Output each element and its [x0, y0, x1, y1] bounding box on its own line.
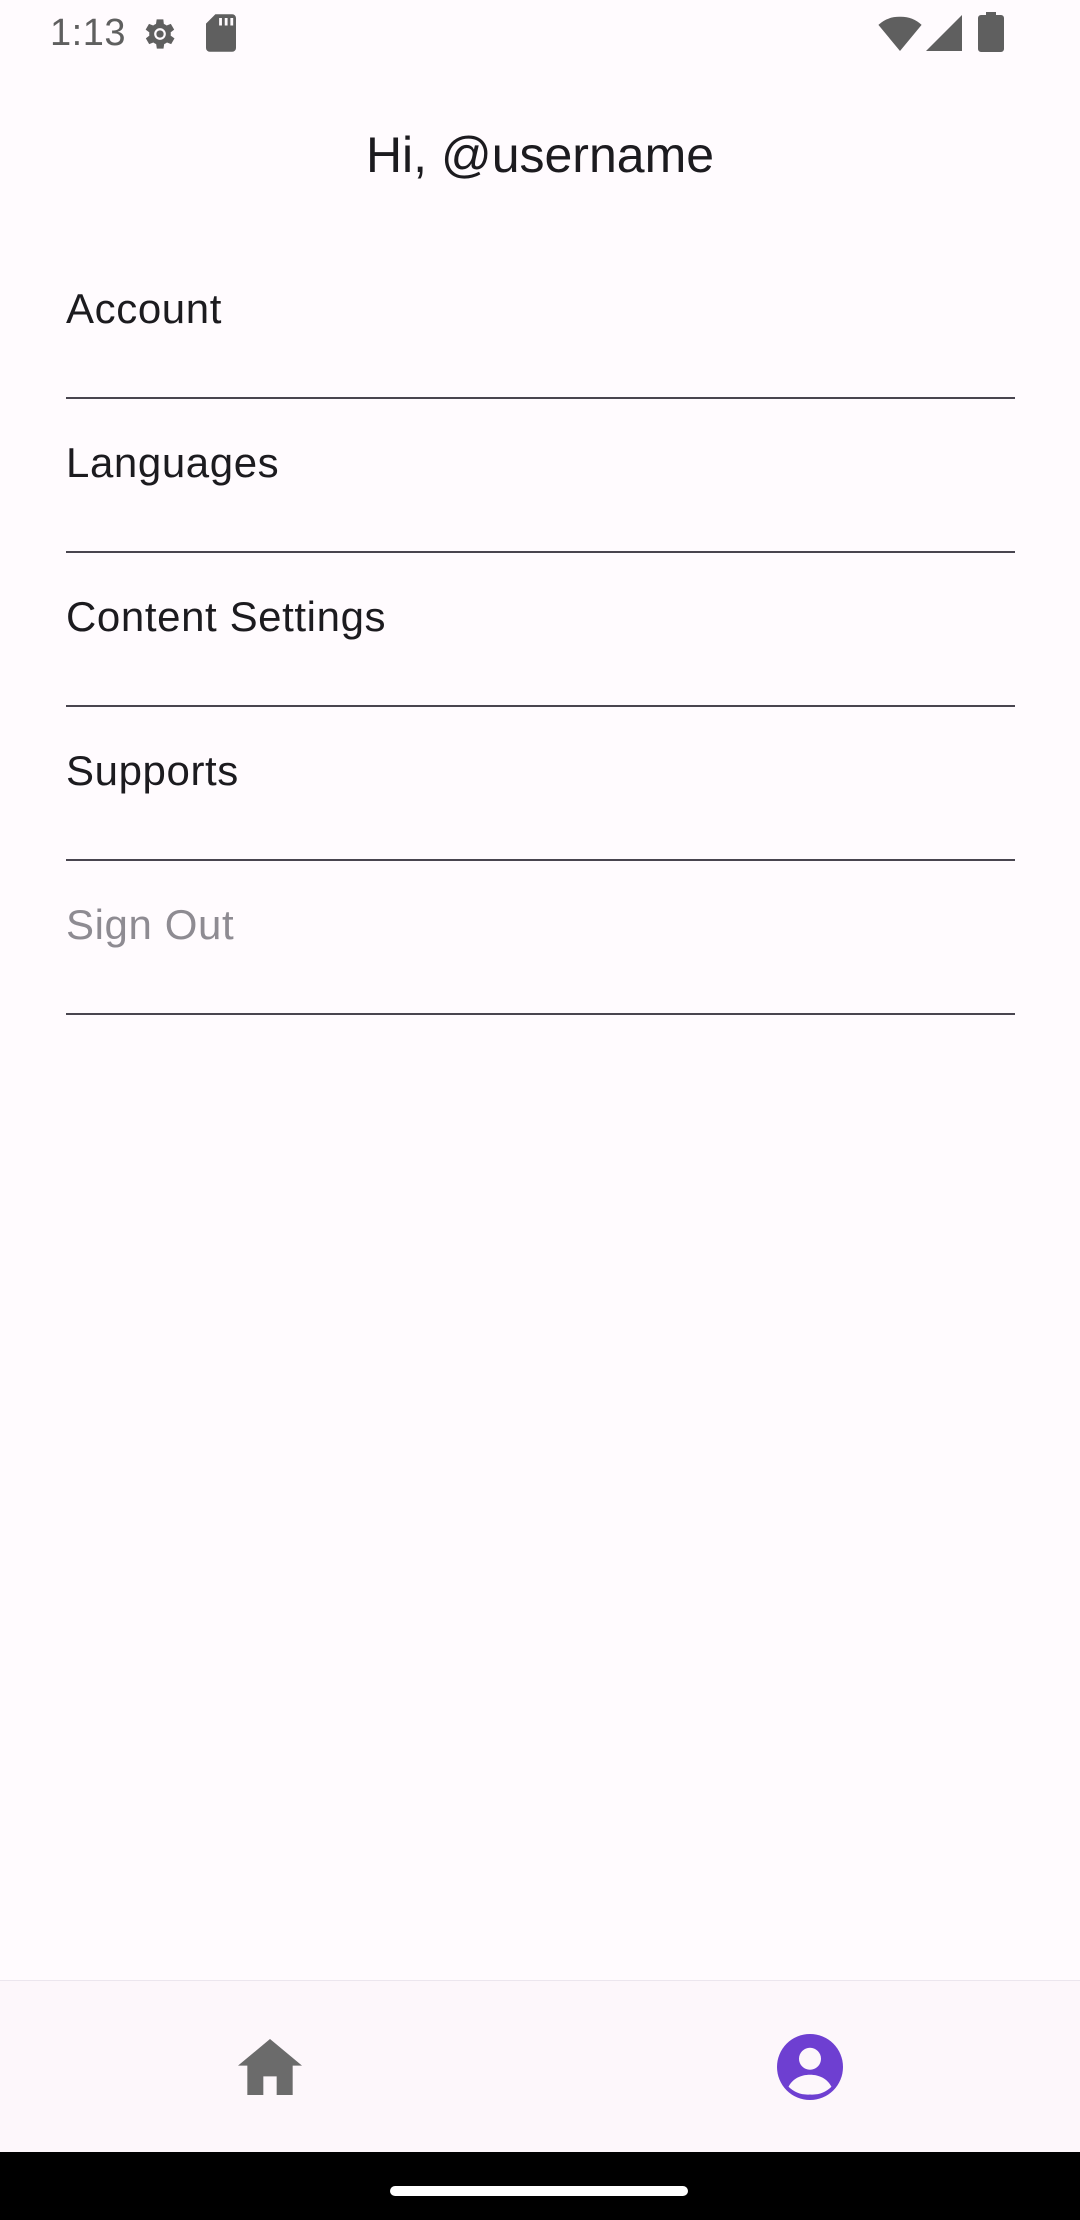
- settings-gear-icon: [145, 19, 175, 49]
- nav-home-button[interactable]: [0, 1981, 540, 2153]
- greeting-title: Hi, @username: [365, 127, 715, 183]
- nav-profile-button[interactable]: [540, 1981, 1080, 2153]
- menu-item-label: Languages: [66, 439, 280, 486]
- menu-item-label: Supports: [66, 747, 239, 794]
- home-icon: [238, 2039, 302, 2095]
- account-circle-icon: [777, 2034, 843, 2100]
- menu-item-label: Sign Out: [66, 901, 235, 948]
- menu-item-content-settings[interactable]: Content Settings: [66, 553, 1015, 707]
- status-time: 1:13: [50, 12, 126, 54]
- status-bar: 1:13: [0, 0, 1080, 66]
- wifi-icon: [878, 16, 922, 51]
- sd-card-icon: [206, 14, 236, 52]
- battery-icon: [978, 12, 1004, 52]
- menu-item-label: Account: [66, 285, 222, 332]
- menu-item-languages[interactable]: Languages: [66, 399, 1015, 553]
- cell-signal-icon: [926, 15, 962, 51]
- settings-menu: Account Languages Content Settings Suppo…: [66, 245, 1015, 1015]
- menu-item-supports[interactable]: Supports: [66, 707, 1015, 861]
- menu-item-account[interactable]: Account: [66, 245, 1015, 399]
- menu-item-sign-out[interactable]: Sign Out: [66, 861, 1015, 1015]
- bottom-navigation-bar: [0, 1980, 1080, 2153]
- menu-item-label: Content Settings: [66, 593, 387, 640]
- home-gesture-handle[interactable]: [390, 2186, 688, 2196]
